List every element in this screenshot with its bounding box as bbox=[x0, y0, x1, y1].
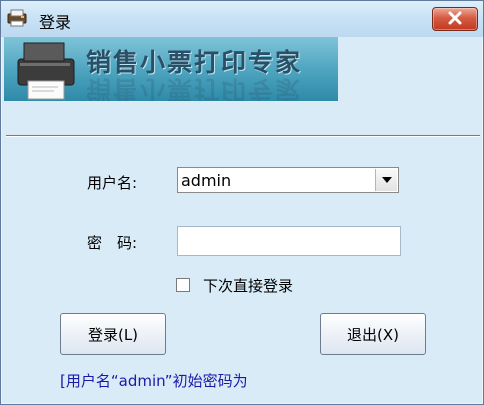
exit-button[interactable]: 退出(X) bbox=[320, 313, 426, 355]
login-button-label: 登录(L) bbox=[87, 325, 139, 344]
default-password-hint: [用户名“admin”初始密码为 bbox=[60, 372, 248, 390]
dropdown-arrow-icon[interactable] bbox=[375, 169, 397, 191]
username-label: 用户名: bbox=[87, 174, 138, 192]
remember-login-option[interactable]: 下次直接登录 bbox=[176, 275, 293, 295]
printer-illustration bbox=[17, 42, 75, 100]
username-combobox[interactable]: admin bbox=[177, 167, 399, 193]
password-input[interactable] bbox=[177, 226, 401, 256]
remember-checkbox[interactable] bbox=[176, 278, 190, 292]
banner-title-reflection: 销售小票打印专家 bbox=[86, 75, 303, 101]
title-bar[interactable]: 登录 bbox=[1, 1, 483, 37]
password-label: 密 码: bbox=[87, 234, 138, 252]
close-icon bbox=[448, 10, 462, 29]
window-title: 登录 bbox=[39, 13, 72, 32]
remember-label: 下次直接登录 bbox=[203, 276, 294, 295]
username-value: admin bbox=[181, 171, 232, 190]
close-button[interactable] bbox=[432, 7, 478, 31]
divider bbox=[6, 135, 480, 137]
app-printer-icon bbox=[7, 9, 27, 27]
app-banner: 销售小票打印专家 销售小票打印专家 bbox=[4, 37, 338, 101]
login-dialog: 登录 销售小票打印专家 销售小票打印专家 用户名: admin 密 码: 下次直… bbox=[0, 0, 484, 405]
login-button[interactable]: 登录(L) bbox=[60, 313, 166, 355]
exit-button-label: 退出(X) bbox=[347, 325, 399, 344]
